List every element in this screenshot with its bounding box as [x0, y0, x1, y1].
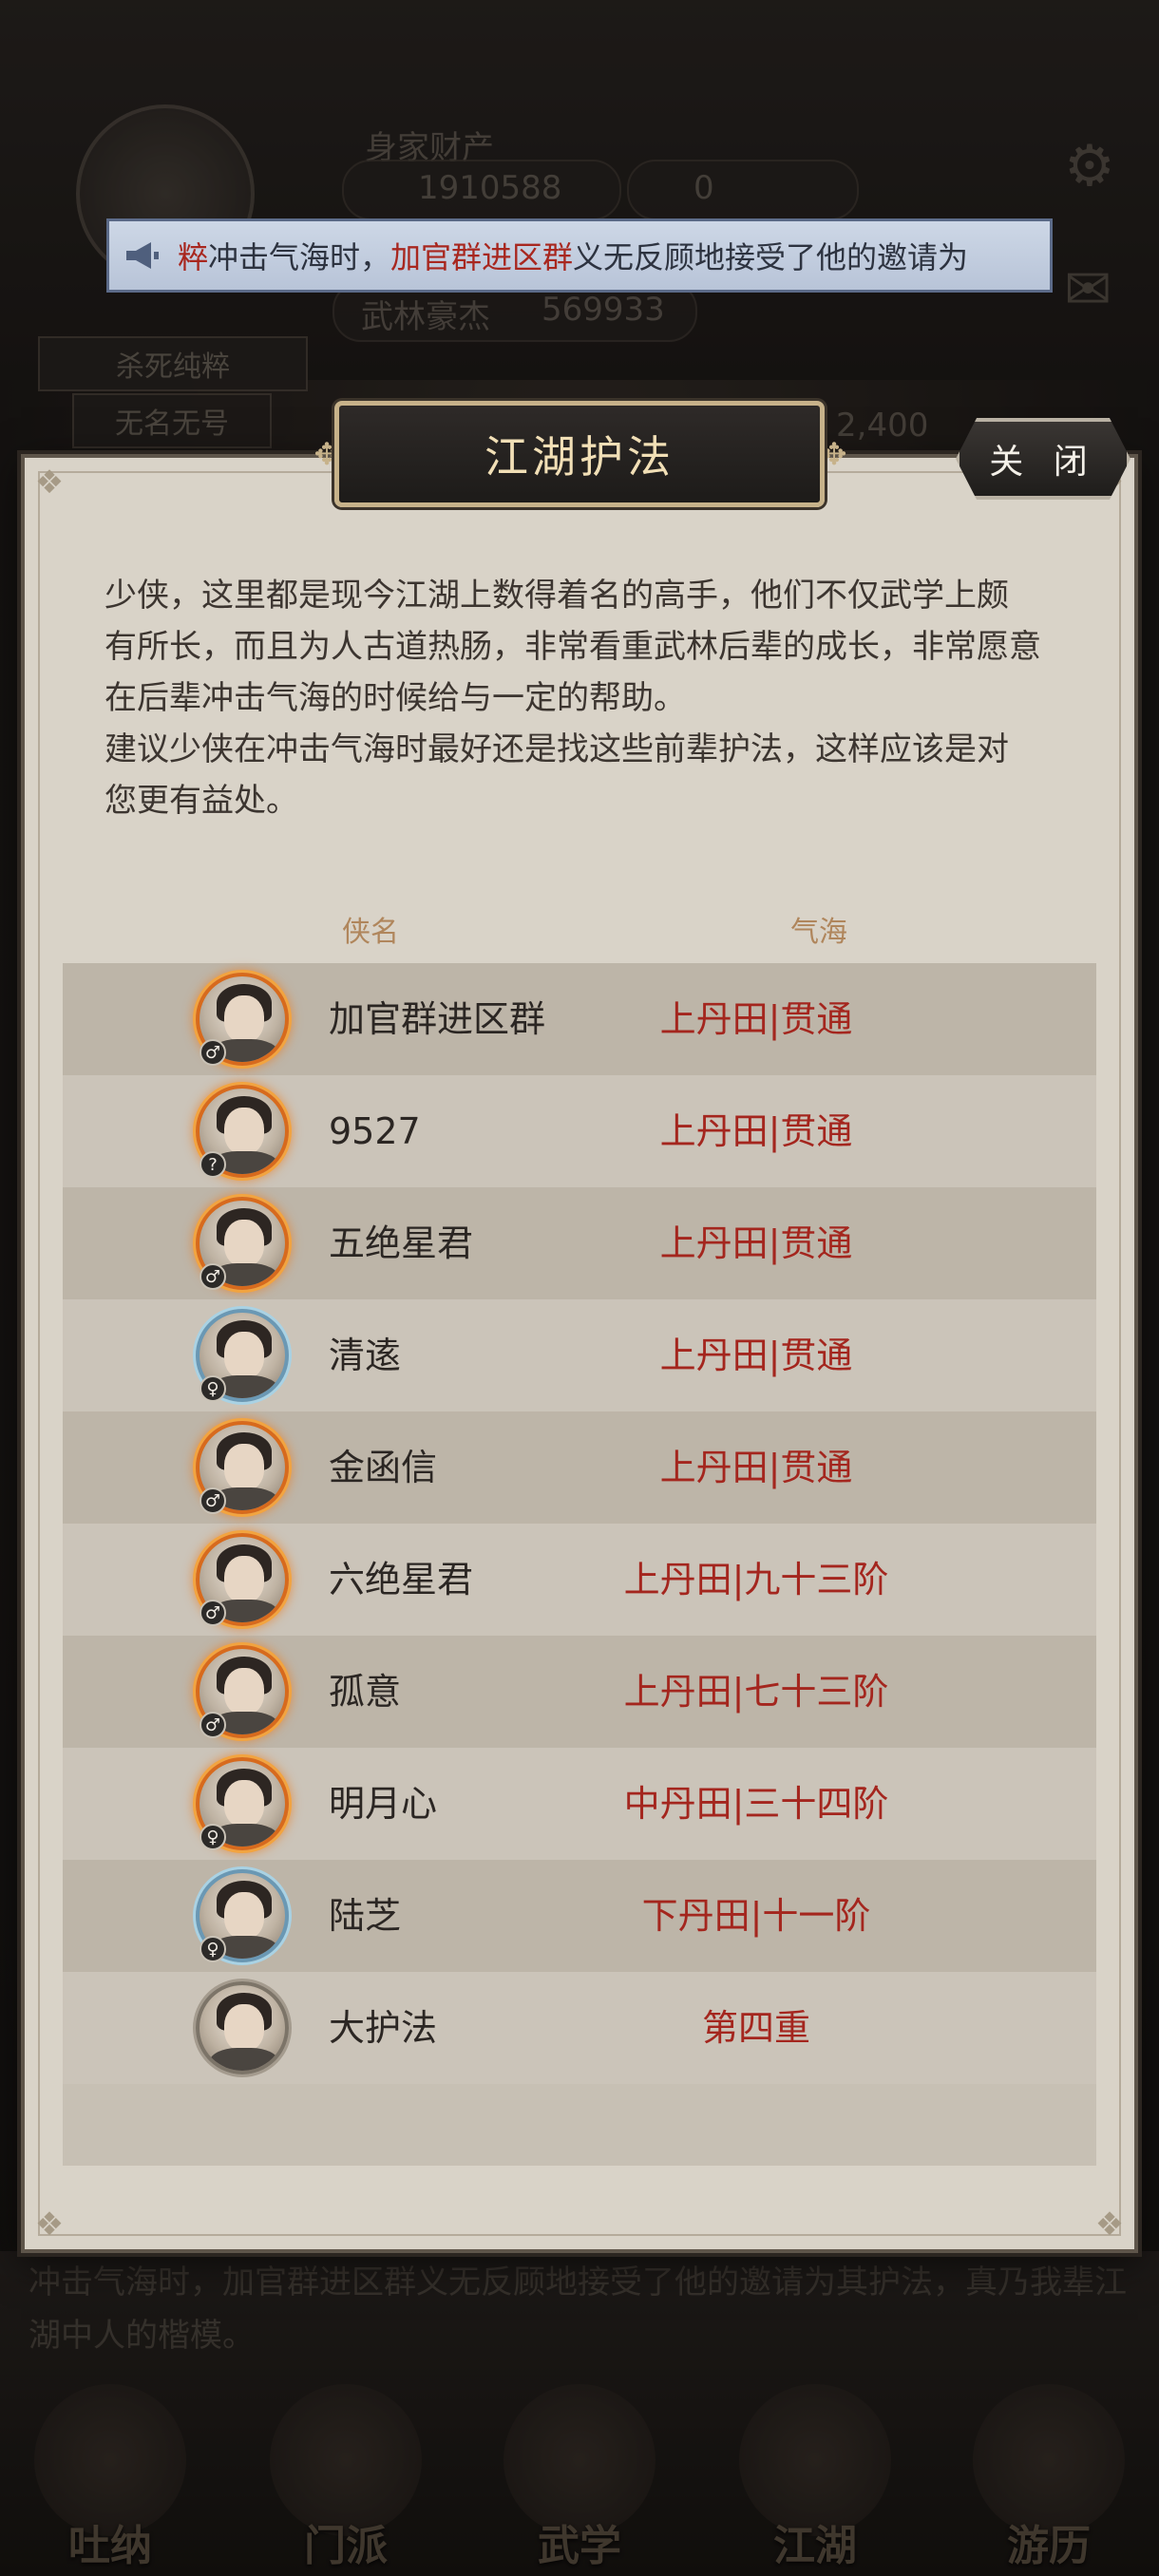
guardian-level: 上丹田|贯通	[659, 998, 853, 1040]
marquee-prefix: 粹	[178, 239, 209, 275]
guardian-level: 上丹田|七十三阶	[623, 1671, 889, 1713]
gender-icon: ♂	[200, 1487, 226, 1514]
dialog-title-plate: 江湖护法	[334, 401, 825, 507]
dialog-title: 江湖护法	[484, 431, 674, 483]
guardian-row[interactable]: 大护法 第四重	[63, 1972, 1096, 2084]
guardian-row[interactable]: ♂ 金函信 上丹田|贯通	[63, 1411, 1096, 1524]
description-line: 有所长，而且为人古道热肠，非常看重武林后辈的成长，非常愿意	[104, 628, 1041, 666]
gender-icon: ♂	[200, 1600, 226, 1626]
gender-icon: ♀	[200, 1375, 226, 1402]
guardian-row[interactable]: ♀ 清逺 上丹田|贯通	[63, 1299, 1096, 1411]
marquee-highlight: 加官群进区群	[390, 239, 574, 275]
guardian-name: 明月心	[329, 1783, 438, 1825]
guardian-row[interactable]: ♂ 五绝星君 上丹田|贯通	[63, 1187, 1096, 1299]
description-line: 建议少侠在冲击气海时最好还是找这些前辈护法，这样应该是对	[104, 730, 1009, 768]
gender-icon: ♂	[200, 1263, 226, 1290]
guardian-row[interactable]: ♀ 陆芝 下丹田|十一阶	[63, 1860, 1096, 1972]
gender-icon: ♂	[200, 1712, 226, 1738]
marquee-text: 粹冲击气海时，加官群进区群义无反顾地接受了他的邀请为	[178, 234, 968, 277]
gender-icon: ♂	[200, 1039, 226, 1066]
guardian-level: 上丹田|贯通	[659, 1110, 853, 1152]
guardian-avatar[interactable]	[196, 1981, 289, 2074]
avatar-face	[224, 1220, 264, 1267]
guardian-name: 大护法	[329, 2007, 438, 2049]
guardian-level: 中丹田|三十四阶	[623, 1783, 889, 1825]
guardian-name: 加官群进区群	[329, 998, 546, 1040]
guardian-name: 清逺	[329, 1335, 402, 1376]
guardian-row[interactable]: ♂ 加官群进区群 上丹田|贯通	[63, 963, 1096, 1075]
avatar-face	[224, 1108, 264, 1155]
avatar-face	[224, 1892, 264, 1940]
avatar-face	[224, 1444, 264, 1491]
avatar-face	[224, 2004, 264, 2052]
announcement-marquee: 粹冲击气海时，加官群进区群义无反顾地接受了他的邀请为	[106, 218, 1053, 293]
guardian-level: 上丹田|贯通	[659, 1447, 853, 1488]
avatar-face	[224, 1556, 264, 1603]
description-line: 在后辈冲击气海的时候给与一定的帮助。	[104, 679, 686, 717]
corner-ornament: ❖	[1094, 2206, 1125, 2244]
guardian-level: 上丹田|贯通	[659, 1222, 853, 1264]
guardian-level: 第四重	[701, 2007, 810, 2049]
guardian-name: 六绝星君	[329, 1559, 474, 1601]
close-button-label: 关 闭	[989, 443, 1097, 482]
avatar-face	[224, 995, 264, 1043]
column-header-level: 气海	[790, 916, 847, 949]
marquee-text-2: 义无反顾地接受了他的邀请为	[573, 239, 969, 275]
corner-ornament: ❖	[34, 2206, 65, 2244]
guardian-name: 金函信	[329, 1447, 438, 1488]
guardian-level: 上丹田|九十三阶	[623, 1559, 889, 1601]
guardian-row[interactable]: ♂ 六绝星君 上丹田|九十三阶	[63, 1524, 1096, 1636]
guardian-row[interactable]: ♀ 明月心 中丹田|三十四阶	[63, 1748, 1096, 1860]
description-line: 您更有益处。	[104, 782, 298, 820]
avatar-face	[224, 1668, 264, 1715]
guardian-name: 五绝星君	[329, 1222, 474, 1264]
dialog-description: 少侠，这里都是现今江湖上数得着名的高手，他们不仅武学上颇 有所长，而且为人古道热…	[104, 570, 1064, 826]
guardian-level: 上丹田|贯通	[659, 1335, 853, 1376]
gender-icon: ?	[200, 1151, 226, 1178]
guardian-name: 9527	[329, 1110, 421, 1152]
column-header-name: 侠名	[342, 916, 399, 949]
guardian-level: 下丹田|十一阶	[641, 1895, 871, 1937]
guardian-row[interactable]: ♂ 孤意 上丹田|七十三阶	[63, 1636, 1096, 1748]
avatar-robe	[209, 2048, 279, 2071]
corner-ornament: ❖	[34, 464, 65, 502]
guardian-list: ♂ 加官群进区群 上丹田|贯通? 9527 上丹田|贯通 ♂ 五绝星君 上丹田|贯通 ♀ 清逺 上丹…	[63, 963, 1096, 2166]
megaphone-icon	[123, 239, 161, 272]
gender-icon: ♀	[200, 1824, 226, 1850]
gender-icon: ♀	[200, 1936, 226, 1962]
guardian-row[interactable]: ? 9527 上丹田|贯通	[63, 1075, 1096, 1187]
avatar-face	[224, 1780, 264, 1828]
description-line: 少侠，这里都是现今江湖上数得着名的高手，他们不仅武学上颇	[104, 577, 1009, 615]
guardian-name: 孤意	[329, 1671, 402, 1713]
avatar-face	[224, 1332, 264, 1379]
guardian-name: 陆芝	[329, 1895, 402, 1937]
marquee-text-1: 冲击气海时，	[208, 239, 391, 275]
close-button[interactable]: 关 闭	[956, 418, 1130, 500]
